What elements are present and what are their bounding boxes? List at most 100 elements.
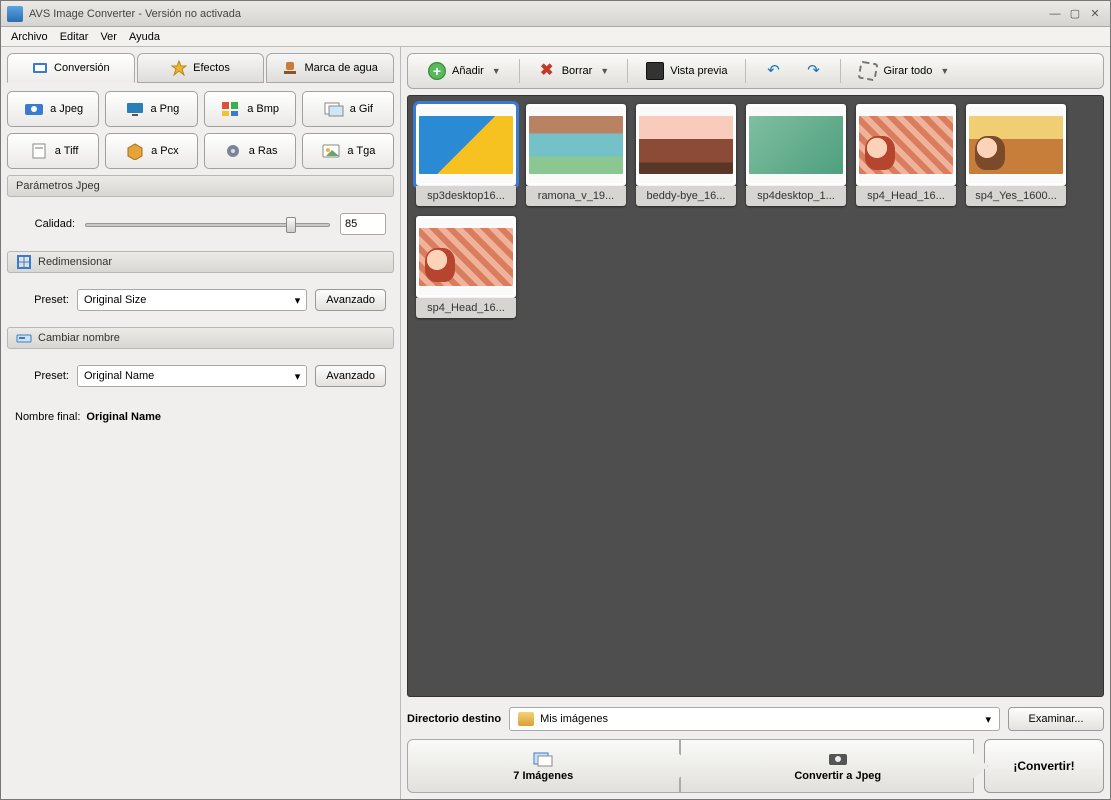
thumb-caption: sp4_Yes_1600... [966, 186, 1066, 206]
separator [519, 59, 520, 83]
rename-preset-label: Preset: [15, 370, 69, 382]
thumbnail[interactable]: sp4_Yes_1600... [966, 104, 1066, 206]
separator [627, 59, 628, 83]
fmt-tga[interactable]: a Tga [302, 133, 394, 169]
resize-advanced-button[interactable]: Avanzado [315, 289, 386, 311]
thumb-image [749, 116, 843, 174]
chevron-down-icon: ▼ [492, 66, 501, 76]
images-count-step: 7 Imágenes [407, 739, 680, 793]
resize-preset-dropdown[interactable]: Original Size ▾ [77, 289, 307, 311]
menu-archivo[interactable]: Archivo [5, 29, 54, 45]
rotate-all-button[interactable]: Girar todo ▼ [849, 57, 959, 85]
minimize-icon[interactable]: — [1046, 7, 1064, 21]
frames-icon [323, 100, 345, 118]
separator [840, 59, 841, 83]
right-panel: Añadir ▼ ✖ Borrar ▼ Vista previa ↶ ↷ Gir… [401, 47, 1110, 799]
thumbnail[interactable]: sp3desktop16... [416, 104, 516, 206]
thumb-caption: sp4_Head_16... [416, 298, 516, 318]
fmt-ras[interactable]: a Ras [204, 133, 296, 169]
chevron-down-icon: ▾ [295, 370, 301, 383]
rotate-icon [859, 62, 877, 80]
thumbnail[interactable]: sp4desktop_1... [746, 104, 846, 206]
final-name-label: Nombre final: [15, 411, 80, 423]
gear-icon [222, 142, 244, 160]
thumb-frame [526, 104, 626, 186]
box-icon [124, 142, 146, 160]
thumbnail[interactable]: ramona_v_19... [526, 104, 626, 206]
preview-button[interactable]: Vista previa [636, 57, 737, 85]
thumbnail[interactable]: beddy-bye_16... [636, 104, 736, 206]
browse-button[interactable]: Examinar... [1008, 707, 1104, 731]
convert-icon [32, 60, 48, 76]
thumb-frame [416, 216, 516, 298]
menu-ayuda[interactable]: Ayuda [123, 29, 166, 45]
chevron-down-icon: ▾ [985, 713, 991, 726]
rename-advanced-button[interactable]: Avanzado [315, 365, 386, 387]
thumbnail[interactable]: sp4_Head_16... [416, 216, 516, 318]
main-tabs: Conversión Efectos Marca de agua [7, 53, 394, 83]
maximize-icon[interactable]: ▢ [1066, 7, 1084, 21]
thumb-caption: sp4desktop_1... [746, 186, 846, 206]
delete-button[interactable]: ✖ Borrar ▼ [528, 57, 619, 85]
fmt-tiff[interactable]: a Tiff [7, 133, 99, 169]
format-grid: a Jpeg a Png a Bmp a Gif a Tiff a Pcx a … [7, 91, 394, 169]
quality-slider[interactable] [85, 215, 330, 233]
thumb-caption: beddy-bye_16... [636, 186, 736, 206]
final-name-value: Original Name [86, 411, 161, 423]
star-icon [171, 60, 187, 76]
photo-icon [320, 142, 342, 160]
fmt-bmp[interactable]: a Bmp [204, 91, 296, 127]
redo-button[interactable]: ↷ [794, 57, 832, 85]
thumbnail-area[interactable]: sp3desktop16...ramona_v_19... beddy-bye_1… [407, 95, 1104, 697]
page-icon [28, 142, 50, 160]
thumb-caption: sp4_Head_16... [856, 186, 956, 206]
left-panel: Conversión Efectos Marca de agua a Jpeg … [1, 47, 401, 799]
quality-input[interactable] [340, 213, 386, 235]
tab-marca[interactable]: Marca de agua [266, 53, 394, 83]
thumb-frame [636, 104, 736, 186]
rename-header[interactable]: Cambiar nombre [7, 327, 394, 349]
convert-button[interactable]: ¡Convertir! [984, 739, 1104, 793]
plus-icon [428, 62, 446, 80]
camera-icon [827, 750, 849, 768]
tab-conversion[interactable]: Conversión [7, 53, 135, 83]
title-bar: AVS Image Converter - Versión no activad… [1, 1, 1110, 27]
undo-button[interactable]: ↶ [754, 57, 792, 85]
thumb-image [639, 116, 733, 174]
separator [745, 59, 746, 83]
tab-marca-label: Marca de agua [304, 62, 377, 74]
images-icon [532, 750, 554, 768]
thumbnail[interactable]: sp4_Head_16... [856, 104, 956, 206]
fmt-jpeg[interactable]: a Jpeg [7, 91, 99, 127]
dest-label: Directorio destino [407, 713, 501, 725]
fmt-gif[interactable]: a Gif [302, 91, 394, 127]
tab-conversion-label: Conversión [54, 62, 110, 74]
redo-icon: ↷ [804, 62, 822, 80]
menu-editar[interactable]: Editar [54, 29, 95, 45]
monitor-icon [124, 100, 146, 118]
dest-dropdown[interactable]: Mis imágenes ▾ [509, 707, 1000, 731]
tab-efectos[interactable]: Efectos [137, 53, 265, 83]
preview-icon [646, 62, 664, 80]
rename-preset-dropdown[interactable]: Original Name ▾ [77, 365, 307, 387]
undo-icon: ↶ [764, 62, 782, 80]
tab-efectos-label: Efectos [193, 62, 230, 74]
resize-header[interactable]: Redimensionar [7, 251, 394, 273]
folder-icon [518, 712, 534, 726]
thumb-frame [856, 104, 956, 186]
toolbar: Añadir ▼ ✖ Borrar ▼ Vista previa ↶ ↷ Gir… [407, 53, 1104, 89]
stamp-icon [282, 60, 298, 76]
app-icon [7, 6, 23, 22]
window-title: AVS Image Converter - Versión no activad… [29, 8, 1044, 20]
menu-ver[interactable]: Ver [94, 29, 123, 45]
thumb-frame [746, 104, 846, 186]
chevron-down-icon: ▼ [600, 66, 609, 76]
camera-icon [23, 100, 45, 118]
close-icon[interactable]: ✕ [1086, 7, 1104, 21]
fmt-png[interactable]: a Png [105, 91, 197, 127]
thumb-image [969, 116, 1063, 174]
add-button[interactable]: Añadir ▼ [418, 57, 511, 85]
fmt-pcx[interactable]: a Pcx [105, 133, 197, 169]
menu-bar: Archivo Editar Ver Ayuda [1, 27, 1110, 47]
blocks-icon [220, 100, 242, 118]
